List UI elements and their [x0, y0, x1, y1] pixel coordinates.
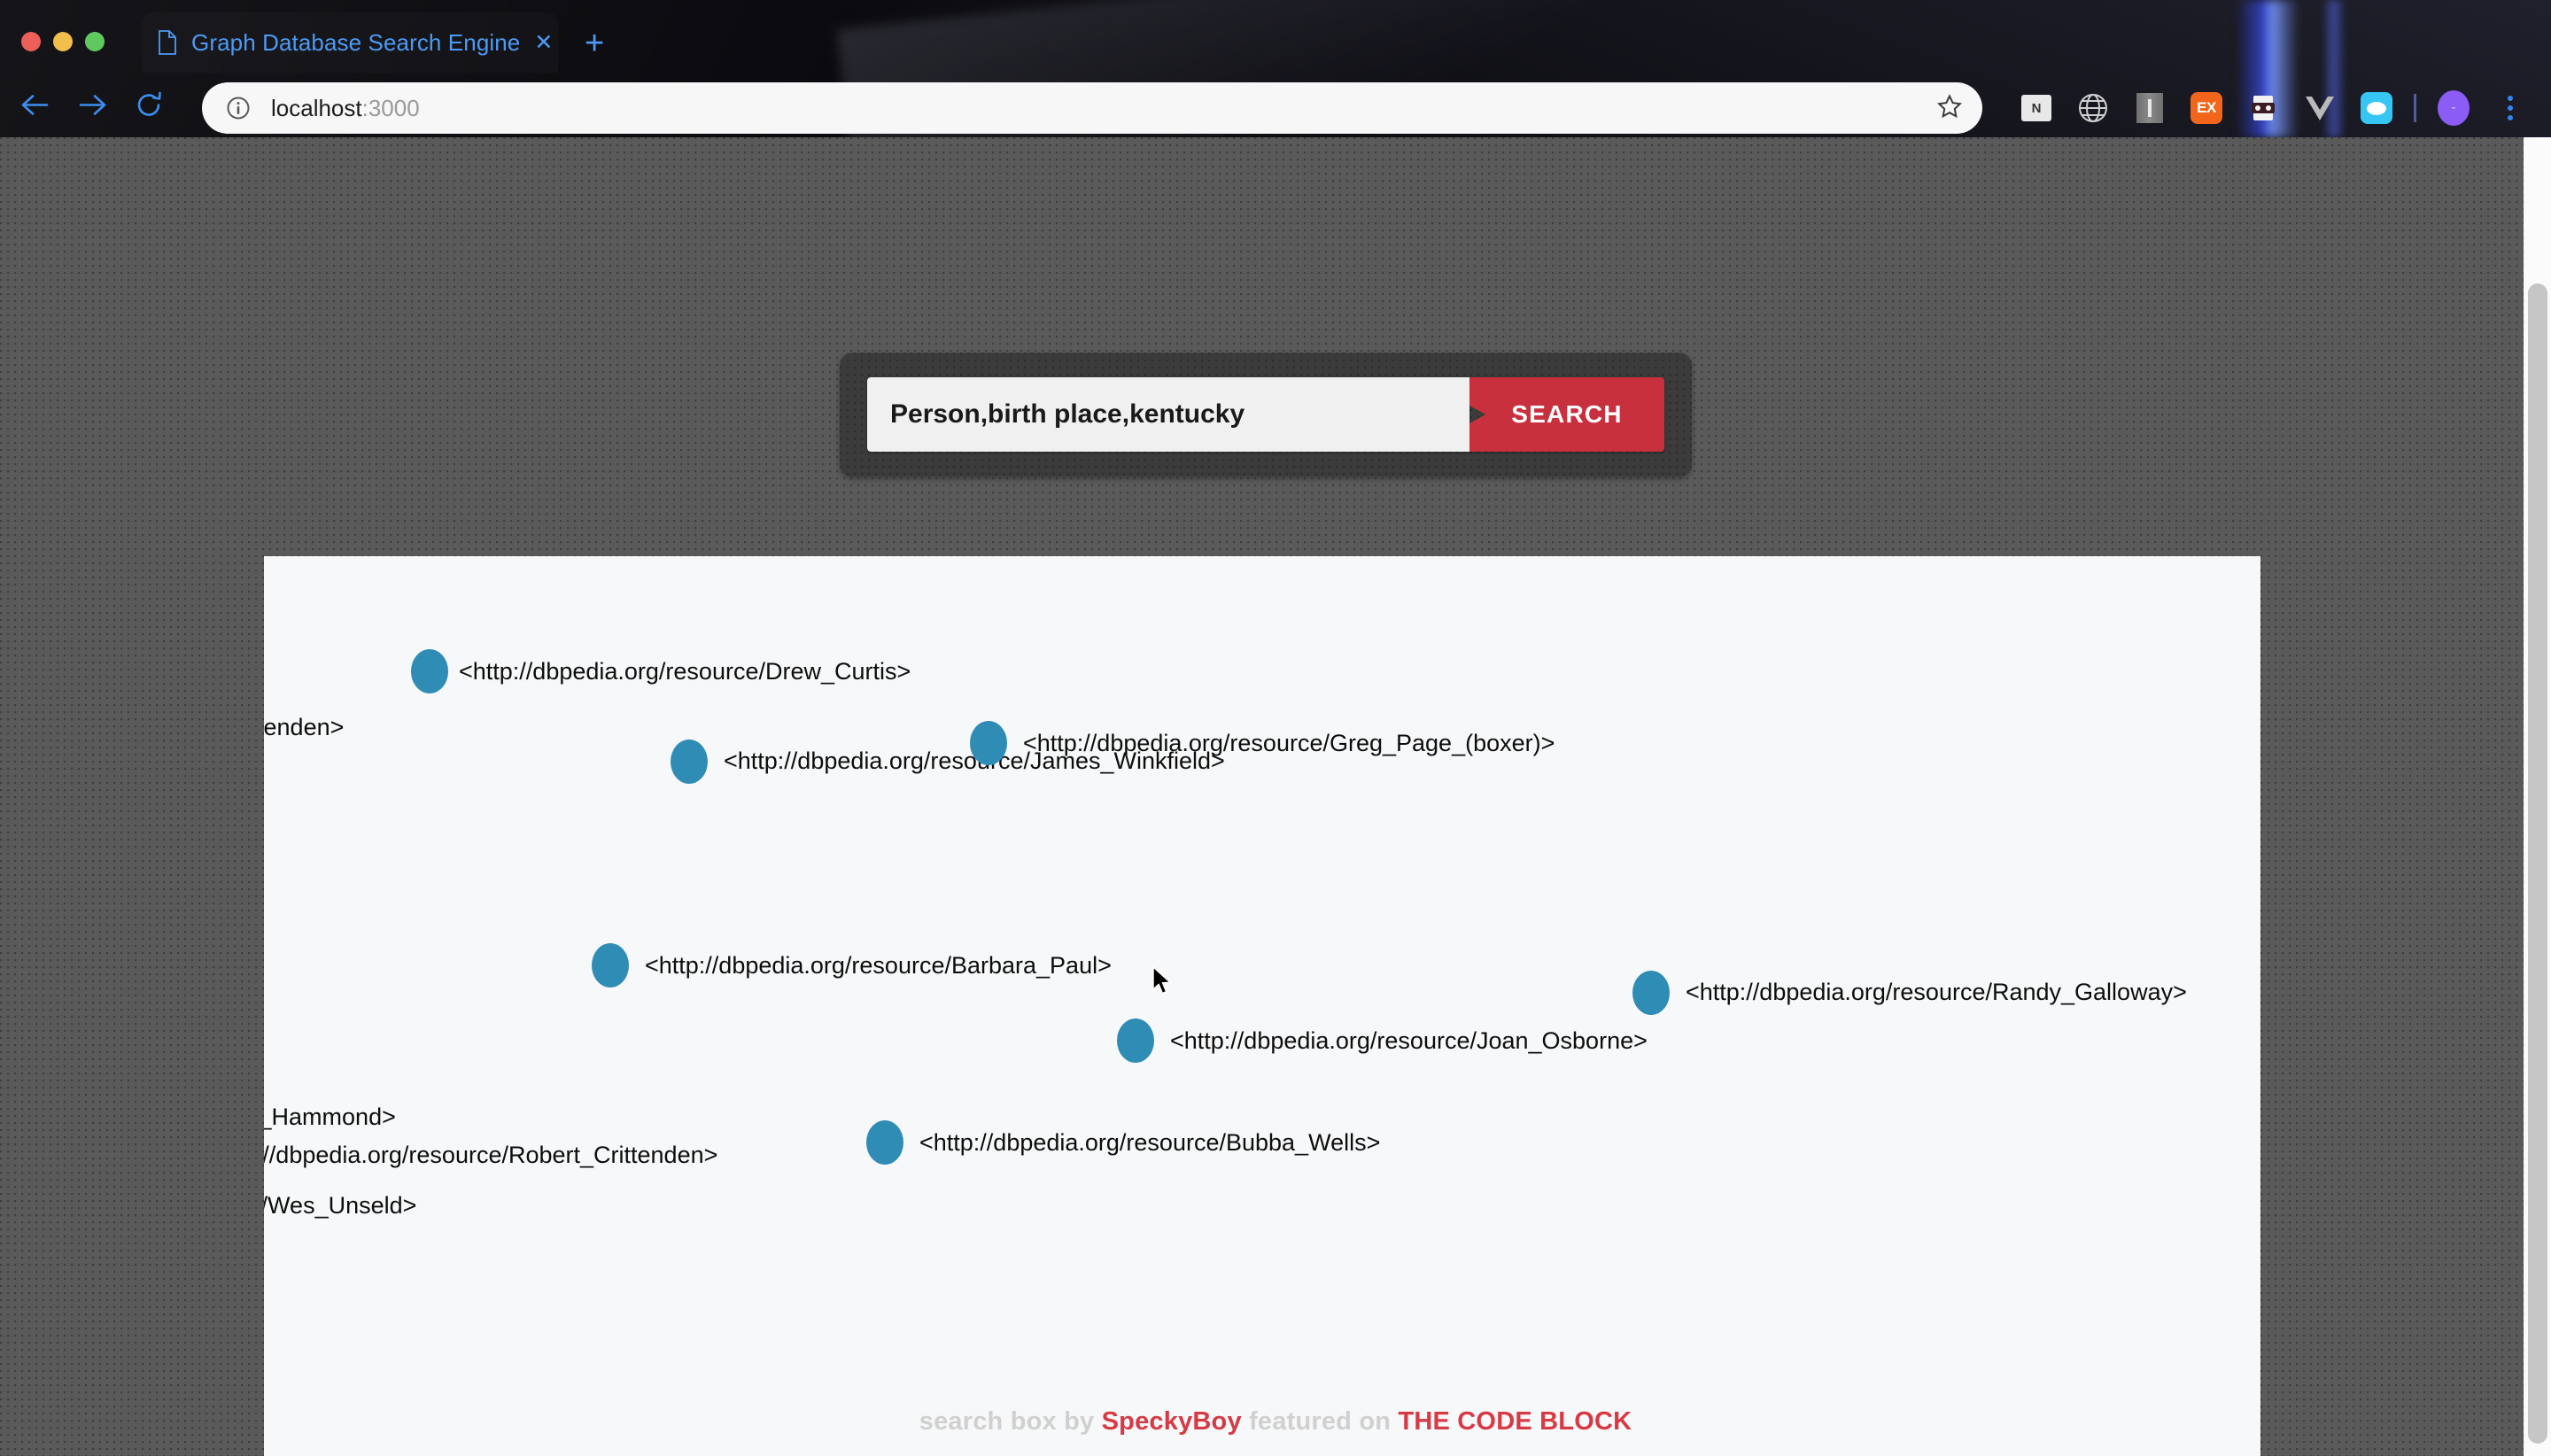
footer-middle: featured on — [1241, 1407, 1399, 1436]
vertical-scrollbar-thumb[interactable] — [2528, 283, 2547, 1444]
forward-arrow-icon[interactable] — [78, 91, 108, 122]
url-host: localhost — [271, 94, 362, 121]
notes-extension-icon[interactable]: N — [2008, 82, 2065, 134]
back-arrow-icon[interactable] — [19, 91, 50, 122]
star-icon[interactable] — [1936, 93, 1963, 124]
browser-tab[interactable]: Graph Database Search Engine ✕ — [142, 12, 558, 73]
toolbar-divider — [2414, 94, 2416, 122]
maximize-window-button[interactable] — [85, 32, 105, 51]
graph-node[interactable] — [671, 740, 708, 784]
browser-chrome: Graph Database Search Engine ✕ + localho… — [0, 0, 2551, 137]
vue-devtools-extension-icon[interactable] — [2291, 82, 2348, 134]
speckyboy-link[interactable]: SpeckyBoy — [1102, 1407, 1242, 1436]
url-port: :3000 — [361, 94, 420, 121]
graph-node-label: <http://dbpedia.org/resource/Greg_Page_(… — [1023, 730, 1555, 756]
footer-credit: search box by SpeckyBoy featured on THE … — [0, 1407, 2551, 1437]
document-icon — [158, 30, 177, 55]
graph-node-label: e/Tom_Hammond> — [264, 1104, 396, 1130]
graph-node-label: <http://dbpedia.org/resource/Barbara_Pau… — [645, 952, 1112, 979]
three-dot-menu-icon[interactable] — [2482, 82, 2539, 134]
search-button[interactable]: SEARCH — [1469, 377, 1664, 452]
reload-arrow-icon[interactable] — [135, 90, 163, 123]
close-window-button[interactable] — [21, 32, 41, 51]
graph-node-label: <http://dbpedia.org/resource/Robert_Crit… — [264, 1142, 718, 1168]
ex-extension-glyph: EX — [2190, 92, 2222, 124]
the-code-block-link[interactable]: THE CODE BLOCK — [1398, 1407, 1632, 1436]
globe-extension-icon[interactable] — [2065, 82, 2121, 134]
graph-node[interactable] — [1117, 1018, 1154, 1063]
graph-node-label: <http://dbpedia.org/resource/Randy_Gallo… — [1686, 979, 2187, 1005]
graph-node-label: rg/resource/Wes_Unseld> — [264, 1192, 417, 1219]
graph-visualization-panel[interactable]: actor)><http://dbpedia.org/resource/Drew… — [264, 556, 2260, 1456]
graph-node-label: <http://dbpedia.org/resource/Drew_Curtis… — [459, 658, 911, 685]
avatar-initial: - — [2438, 90, 2470, 126]
bar-extension-icon[interactable] — [2121, 82, 2178, 134]
tab-title: Graph Database Search Engine — [191, 28, 521, 56]
page-body: SEARCH actor)><http://dbpedia.org/resour… — [0, 137, 2551, 1456]
graph-node-label: e_Crittenden> — [264, 714, 345, 740]
graph-node-label: <http://dbpedia.org/resource/Joan_Osborn… — [1170, 1027, 1648, 1054]
address-bar-url: localhost:3000 — [271, 95, 420, 122]
close-icon[interactable]: ✕ — [534, 31, 553, 54]
vertical-scrollbar-track[interactable] — [2524, 137, 2551, 1456]
ex-extension-icon[interactable]: EX — [2178, 82, 2235, 134]
footer-prefix: search box by — [919, 1407, 1102, 1436]
graph-node[interactable] — [592, 943, 629, 987]
incognito-mask-extension-icon[interactable] — [2235, 82, 2291, 134]
graph-node-label: <http://dbpedia.org/resource/Bubba_Wells… — [919, 1129, 1381, 1156]
minimize-window-button[interactable] — [53, 32, 73, 51]
notes-extension-glyph: N — [2021, 95, 2051, 121]
info-icon[interactable] — [225, 95, 252, 121]
graph-node[interactable] — [866, 1120, 903, 1165]
extensions-toolbar: N EX - — [2008, 82, 2539, 134]
cyan-extension-glyph — [2361, 92, 2392, 124]
new-tab-button[interactable]: + — [585, 27, 604, 60]
graph-node[interactable] — [970, 721, 1007, 765]
graph-node[interactable] — [411, 649, 448, 693]
search-row: SEARCH — [867, 377, 1664, 452]
search-input[interactable] — [867, 377, 1469, 452]
address-bar[interactable]: localhost:3000 — [202, 82, 1982, 134]
search-widget: SEARCH — [840, 352, 1692, 476]
avatar[interactable]: - — [2425, 82, 2482, 134]
graph-node[interactable] — [1632, 971, 1670, 1015]
window-controls — [21, 32, 105, 51]
bar-extension-glyph — [2136, 93, 2163, 123]
cyan-extension-icon[interactable] — [2348, 82, 2405, 134]
